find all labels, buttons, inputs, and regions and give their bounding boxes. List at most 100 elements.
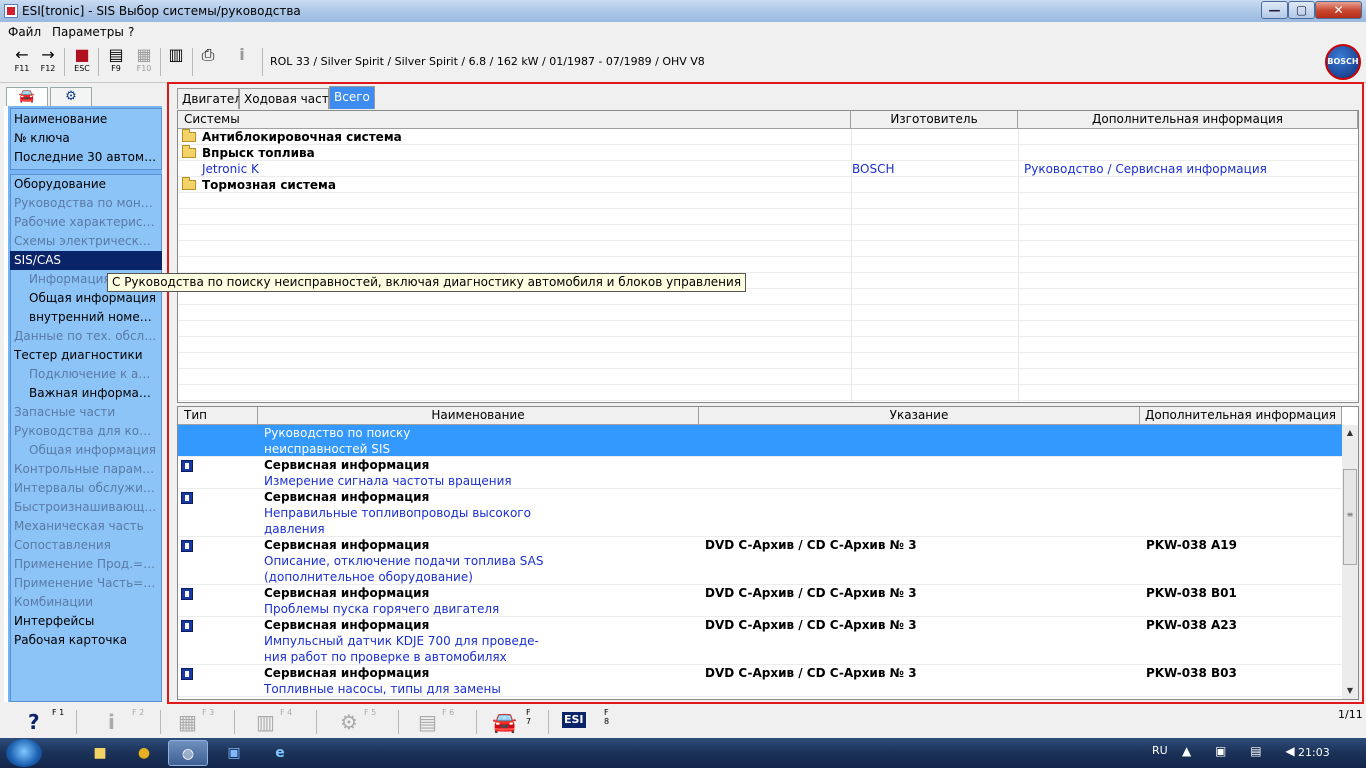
nav-item-module-20[interactable]: Применение Прод.=>Авт. <box>14 555 158 574</box>
document-description: Измерение сигнала частоты вращения <box>264 474 512 488</box>
scroll-down-icon[interactable]: ▼ <box>1342 683 1358 699</box>
f6-button[interactable]: ▤ F 6 <box>418 708 458 736</box>
nav-item-module-17[interactable]: Быстроизнашивающиеся детали <box>14 498 158 517</box>
document-button[interactable]: ▥ <box>162 46 190 78</box>
system-row[interactable]: Впрыск топлива <box>178 145 1358 161</box>
document-row[interactable]: Сервисная информация Топливные насосы, ти… <box>178 665 1342 697</box>
system-manufacturer: BOSCH <box>852 162 895 176</box>
document-description: Импульсный датчик KDJE 700 для проведе- <box>264 634 539 648</box>
f9-button[interactable]: ▤ F9 <box>102 46 130 78</box>
tab-all[interactable]: Всего <box>329 86 375 109</box>
nav-item-module-4[interactable]: SIS/CAS <box>10 251 162 270</box>
info-button[interactable]: i <box>228 46 256 78</box>
taskbar-explorer[interactable]: ■ <box>80 740 120 766</box>
nav-item-module-1[interactable]: Руководства по монтажу <box>14 194 158 213</box>
tab-components[interactable]: ⚙ <box>50 87 92 106</box>
document-row[interactable]: Сервисная информация Проблемы пуска горяч… <box>178 585 1342 617</box>
f8-esi-button[interactable]: ESI F 8 <box>562 708 616 736</box>
documents-scrollbar[interactable]: ▲ ≡ ▼ <box>1342 425 1358 699</box>
nav-item-module-14[interactable]: Общая информация <box>29 441 156 460</box>
car-icon: 🚘 <box>492 710 517 734</box>
f4-button[interactable]: ▥ F 4 <box>256 708 300 736</box>
nav-item-module-12[interactable]: Запасные части <box>14 403 158 422</box>
menu-file[interactable]: Файл <box>8 25 41 39</box>
nav-item-module-22[interactable]: Комбинации <box>14 593 158 612</box>
nav-item-module-23[interactable]: Интерфейсы <box>14 612 158 631</box>
nav-item-module-2[interactable]: Рабочие характеристики <box>14 213 158 232</box>
tray-icons[interactable]: ▲ ▣ ▤ ◀ <box>1182 744 1305 758</box>
tab-engine[interactable]: Двигатель <box>177 88 249 109</box>
f7-vehicle-button[interactable]: 🚘 F 7 <box>492 708 536 736</box>
nav-item-module-8[interactable]: Данные по тех. обслуживанию <box>14 327 158 346</box>
start-button[interactable] <box>6 739 42 767</box>
system-name: Тормозная система <box>202 178 336 192</box>
internet-explorer-icon: e <box>275 745 285 761</box>
nav-item-module-9[interactable]: Тестер диагностики <box>14 346 158 365</box>
tab-vehicle[interactable]: 🚘 <box>6 87 48 106</box>
taskbar-esitronic[interactable]: ◍ <box>168 740 208 766</box>
nav-item-module-18[interactable]: Механическая часть <box>14 517 158 536</box>
menu-help[interactable]: ? <box>128 25 134 39</box>
empty-row <box>178 305 1358 321</box>
taskbar-teamviewer[interactable]: ▣ <box>214 740 254 766</box>
info-icon: i <box>239 45 245 64</box>
nav-item-search-2[interactable]: Последние 30 автомобилей <box>14 148 158 167</box>
maximize-button[interactable]: ▢ <box>1288 1 1315 19</box>
empty-row <box>178 257 1358 273</box>
close-button[interactable]: ✕ <box>1315 1 1362 19</box>
nav-item-search-1[interactable]: № ключа <box>14 129 158 148</box>
nav-item-module-19[interactable]: Сопоставления <box>14 536 158 555</box>
forward-button[interactable]: → F12 <box>34 46 62 78</box>
system-row[interactable]: Тормозная система <box>178 177 1358 193</box>
printer-icon: ⎙ <box>201 45 215 64</box>
nav-item-module-3[interactable]: Схемы электрических соединений <box>14 232 158 251</box>
col-systems[interactable]: Системы <box>178 111 851 129</box>
document-row[interactable]: Сервисная информация Измерение сигнала ча… <box>178 457 1342 489</box>
nav-item-module-16[interactable]: Интервалы обслуживания <box>14 479 158 498</box>
f10-button[interactable]: ▦ F10 <box>130 46 158 78</box>
nav-item-module-10[interactable]: Подключение к автомобилю <box>29 365 156 384</box>
nav-item-module-13[interactable]: Руководства для компонентов <box>14 422 158 441</box>
chrome-icon: ● <box>137 745 151 761</box>
nav-item-module-24[interactable]: Рабочая карточка <box>14 631 158 650</box>
language-indicator[interactable]: RU <box>1152 744 1168 757</box>
back-button[interactable]: ← F11 <box>8 46 36 78</box>
document-row[interactable]: Руководство по поиску неисправностей SIS <box>178 425 1342 457</box>
escape-button[interactable]: ■ ESC <box>68 46 96 78</box>
taskbar-ie[interactable]: e <box>260 740 300 766</box>
document-row[interactable]: Сервисная информация Неправильные топливо… <box>178 489 1342 537</box>
minimize-button[interactable]: — <box>1261 1 1288 19</box>
col-type[interactable]: Тип <box>178 407 258 425</box>
empty-row <box>178 225 1358 241</box>
print-button[interactable]: ⎙ <box>194 46 222 78</box>
taskbar-chrome[interactable]: ● <box>124 740 164 766</box>
col-doc-additional-info[interactable]: Дополнительная информация <box>1140 407 1342 425</box>
nav-item-module-21[interactable]: Применение Часть=>Прод. <box>14 574 158 593</box>
menu-parameters[interactable]: Параметры <box>52 25 124 39</box>
esi-logo-icon: ESI <box>562 712 586 728</box>
nav-item-module-0[interactable]: Оборудование <box>14 175 158 194</box>
f1-help-button[interactable]: ? F 1 <box>28 708 68 736</box>
nav-item-search-0[interactable]: Наименование <box>14 110 158 129</box>
document-description: Проблемы пуска горячего двигателя <box>264 602 500 616</box>
f2-info-button[interactable]: iF 2 <box>108 708 148 736</box>
scroll-up-icon[interactable]: ▲ <box>1342 425 1358 441</box>
scroll-thumb[interactable]: ≡ <box>1343 469 1357 565</box>
f3-button[interactable]: ▦ F 3 <box>178 708 222 736</box>
col-name[interactable]: Наименование <box>258 407 699 425</box>
col-additional-info[interactable]: Дополнительная информация <box>1018 111 1358 129</box>
tab-chassis[interactable]: Ходовая часть <box>239 88 336 109</box>
nav-item-module-15[interactable]: Контрольные параметры <box>14 460 158 479</box>
system-row[interactable]: Jetronic K BOSCH Руководство / Сервисная и… <box>178 161 1358 177</box>
col-manufacturer[interactable]: Изготовитель <box>851 111 1018 129</box>
document-row[interactable]: Сервисная информация Импульсный датчик KD… <box>178 617 1342 665</box>
document-title: Сервисная информация <box>264 586 430 600</box>
left-tabs: 🚘 ⚙ <box>4 86 162 106</box>
system-row[interactable]: Антиблокировочная система <box>178 129 1358 145</box>
col-instruction[interactable]: Указание <box>699 407 1140 425</box>
nav-item-module-11[interactable]: Важная информация <box>29 384 156 403</box>
f5-button[interactable]: ⚙ F 5 <box>340 708 380 736</box>
document-row[interactable]: Сервисная информация Описание, отключение… <box>178 537 1342 585</box>
nav-item-module-7[interactable]: внутренний номер изготовителя <box>29 308 156 327</box>
service-info-icon <box>181 620 193 632</box>
